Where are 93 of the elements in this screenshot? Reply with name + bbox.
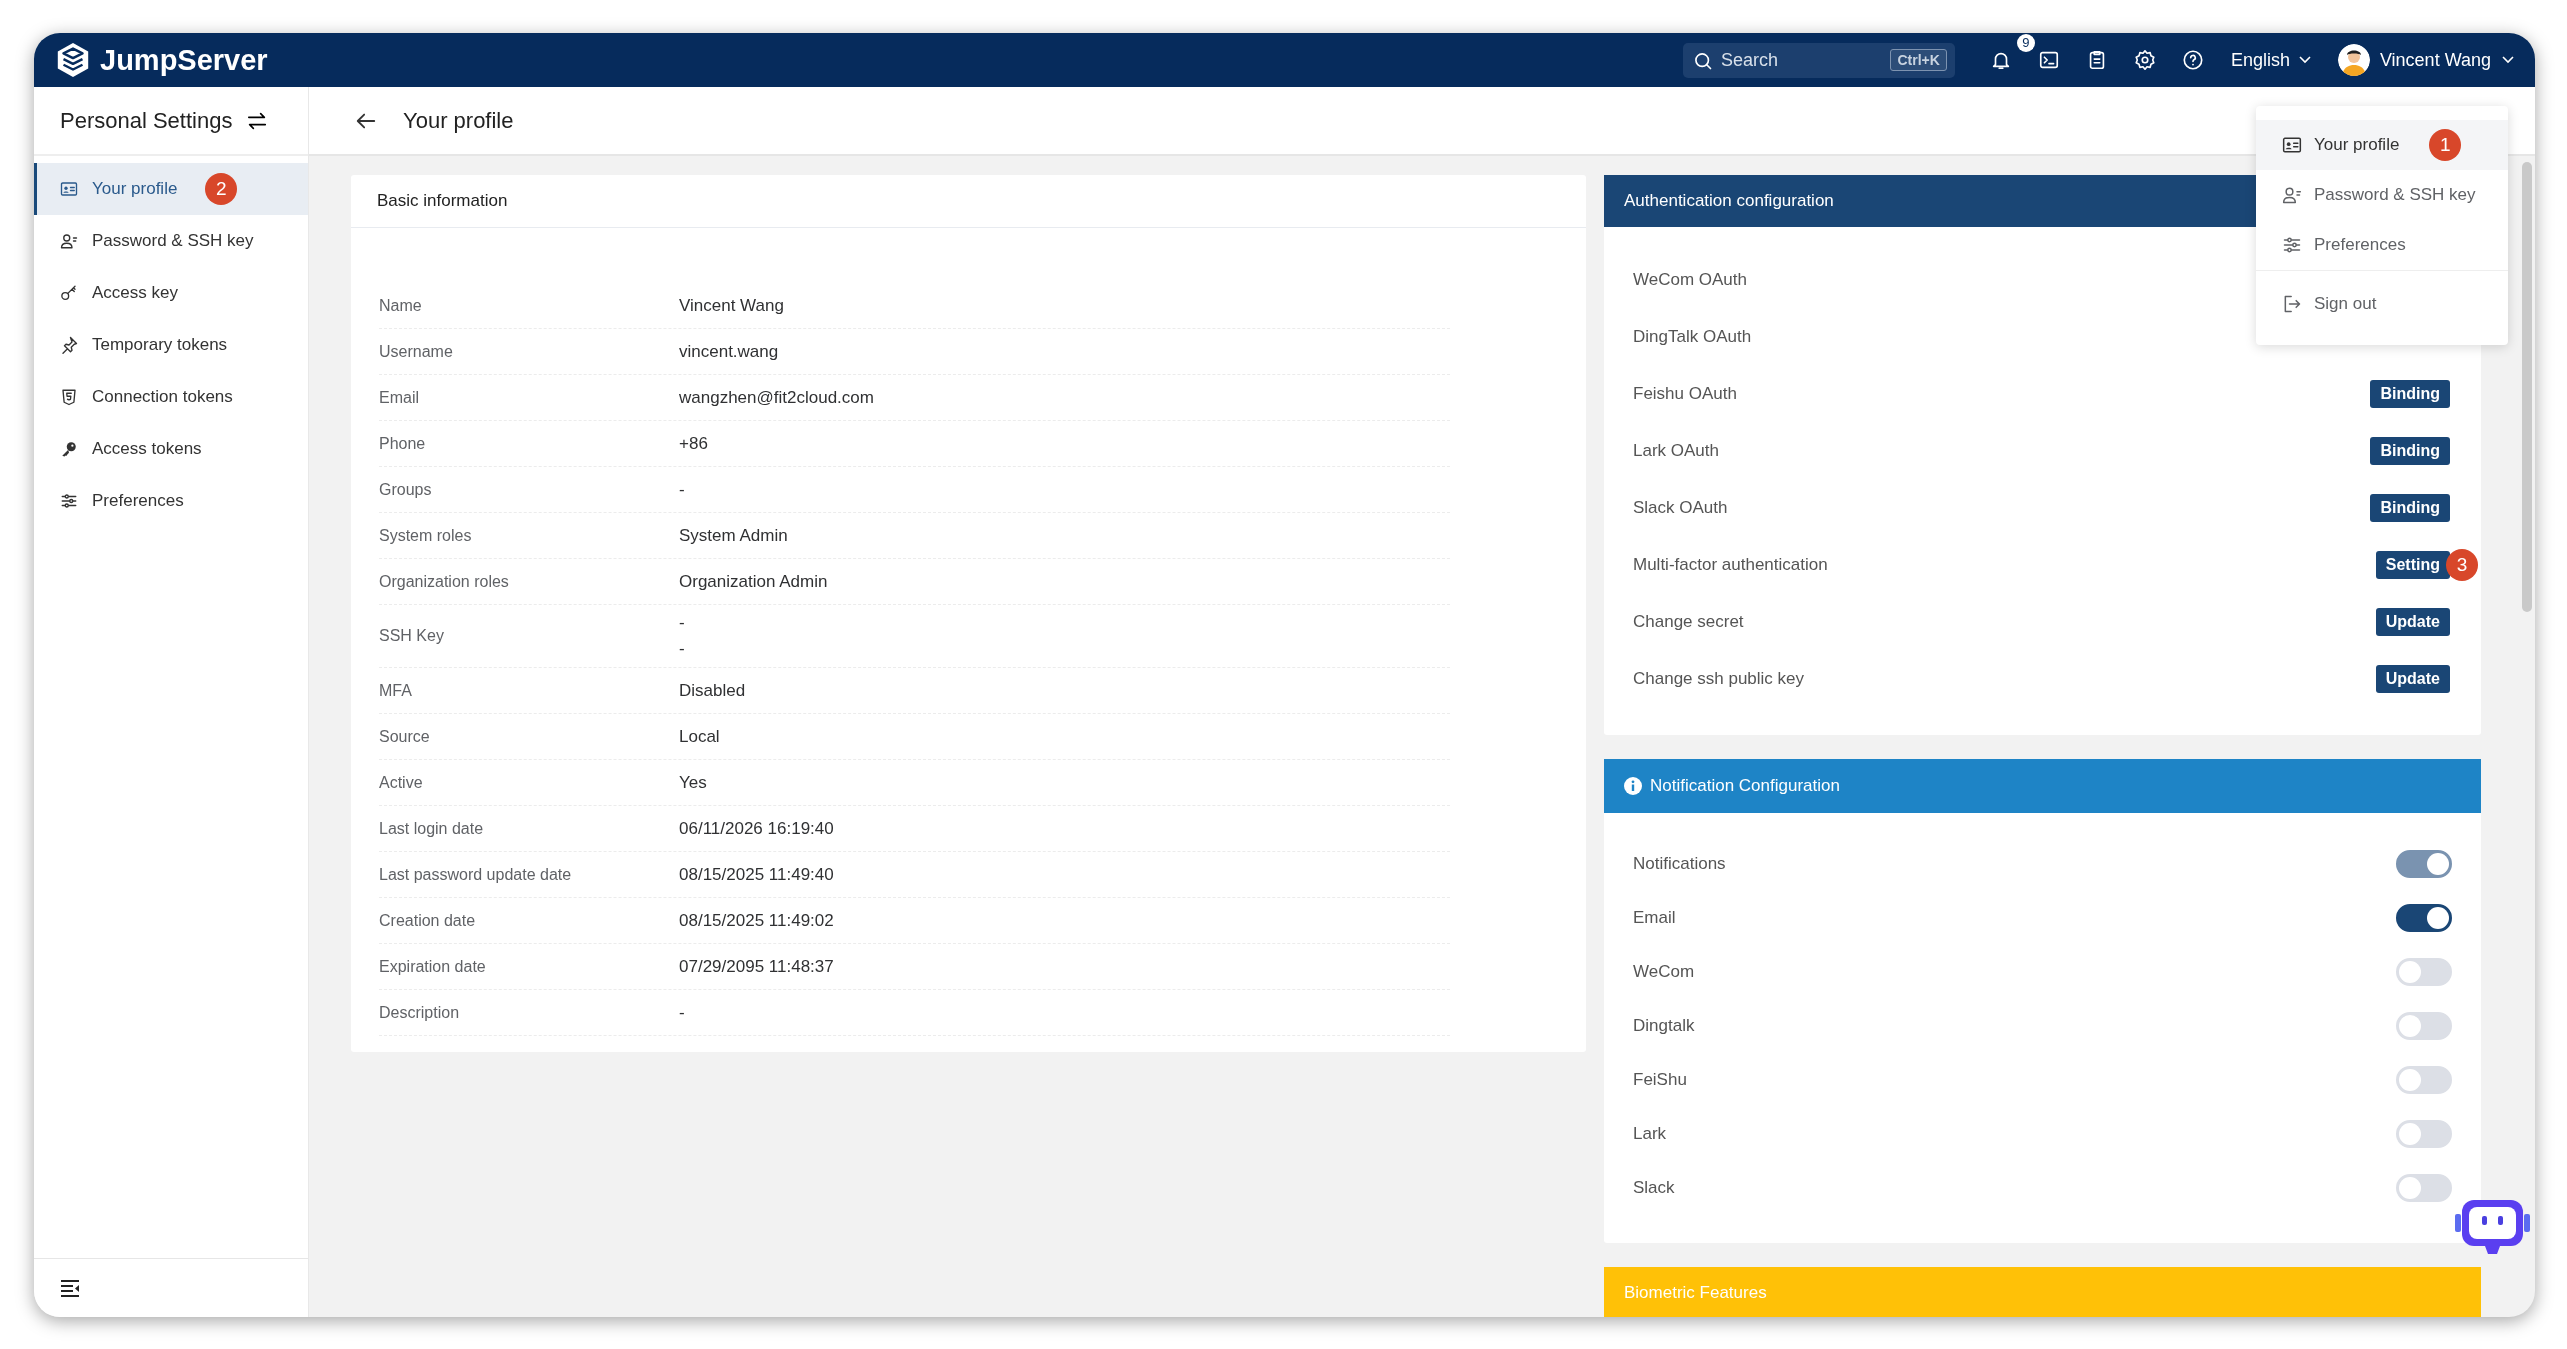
sliders-icon [2282,235,2302,255]
menu-item[interactable]: Sign out [2256,270,2508,337]
field-value: Yes [679,772,707,792]
setting-label: WeCom [1633,962,1695,982]
user-icon [60,232,78,250]
setting-label: Change secret [1633,611,1744,632]
setting-label: DingTalk OAuth [1633,326,1752,347]
notification-count: 9 [2016,34,2035,52]
sidebar-item[interactable]: Connection tokens [34,371,308,423]
setting-label: Feishu OAuth [1633,383,1737,404]
field-label: Groups [379,480,433,499]
card-title: Basic information [351,175,1586,228]
field-label: Expiration date [379,957,487,976]
setting-label: FeiShu [1633,1070,1687,1090]
field-value: wangzhen@fit2cloud.com [679,387,874,407]
sidebar-item[interactable]: Temporary tokens [34,319,308,371]
field-value: Organization Admin [679,571,828,591]
field-value: +86 [679,433,708,453]
field-value: Local [679,726,720,746]
field-label: SSH Key [379,627,445,645]
field-value: Disabled [679,680,746,700]
brand-name: JumpServer [100,43,268,77]
avatar [2337,44,2370,76]
field-value: 08/15/2025 11:49:40 [679,864,834,884]
page-title: Your profile [403,107,514,134]
setting-label: Lark [1633,1124,1667,1144]
setting-label: Dingtalk [1633,1016,1695,1036]
field-label: System roles [379,526,473,545]
field-value: Vincent Wang [679,295,784,315]
field-label: Last login date [379,819,485,838]
step-marker: 3 [2446,548,2478,581]
field-value: 08/15/2025 11:49:02 [679,910,834,930]
field-label: Last password update date [379,865,573,884]
scrollbar[interactable] [2522,162,2532,612]
collapse-menu-icon[interactable] [60,1279,80,1297]
language-selector[interactable]: English [2230,49,2290,71]
field-value: 06/11/2026 16:19:40 [679,818,834,838]
field-label: Email [379,388,420,407]
sliders-icon [60,492,78,510]
field-label: Phone [379,434,427,453]
setting-label: Lark OAuth [1633,440,1719,461]
sidebar-item[interactable]: Access key [34,267,308,319]
info-icon [1624,777,1642,795]
sidebar-item[interactable]: Password & SSH key [34,215,308,267]
field-label: Creation date [379,911,477,930]
toggle-switch[interactable] [2396,904,2452,932]
action-button[interactable]: Binding [2370,493,2450,522]
sidebar-item[interactable]: Your profile 2 [34,163,308,215]
key-icon [60,440,78,458]
field-label: Description [379,1003,461,1022]
field-label: Active [379,773,424,792]
sidebar-item[interactable]: Preferences [34,475,308,527]
field-value: System Admin [679,525,788,545]
field-label: Organization roles [379,572,510,591]
field-value: - [679,613,686,633]
setting-label: Email [1633,908,1676,928]
setting-label: Slack OAuth [1633,497,1728,518]
sign-out-icon [2282,294,2302,314]
setting-label: Notifications [1633,854,1726,874]
card-header: Biometric Features [1604,1267,2481,1317]
field-label: Name [379,296,423,315]
id-card-icon [60,180,78,198]
action-button[interactable]: Binding [2370,436,2450,465]
menu-item[interactable]: Your profile 1 [2256,120,2508,170]
action-button[interactable]: Update [2375,664,2450,693]
step-marker: 2 [205,173,238,205]
field-label: Username [379,342,454,361]
id-card-icon [2282,135,2302,155]
setting-label: Slack [1633,1178,1675,1198]
sidebar-item[interactable]: Access tokens [34,423,308,475]
shield-icon [60,388,78,406]
step-marker: 1 [2429,129,2462,161]
sidebar-title: Personal Settings [60,107,233,134]
setting-label: Change ssh public key [1633,668,1805,689]
action-button[interactable]: Binding [2370,379,2450,408]
user-icon [2282,185,2302,205]
key-icon [60,284,78,302]
setting-label: WeCom OAuth [1633,269,1747,290]
card-title: Notification Configuration [1650,776,1840,796]
field-label: Source [379,727,431,746]
user-name[interactable]: Vincent Wang [2379,49,2491,71]
action-button[interactable]: Update [2375,607,2450,636]
field-value: - [679,479,685,499]
pushpin-icon [60,336,78,354]
action-button[interactable]: Setting [2375,550,2450,579]
field-value: - [679,1002,685,1022]
field-value: - [679,639,686,659]
field-label: MFA [379,681,413,700]
search-icon [1692,50,1713,71]
field-value: 07/29/2095 11:48:37 [679,956,834,976]
field-value: vincent.wang [679,341,779,361]
shortcut-hint: Ctrl+K [1890,48,1947,71]
setting-label: Multi-factor authentication [1633,554,1828,575]
